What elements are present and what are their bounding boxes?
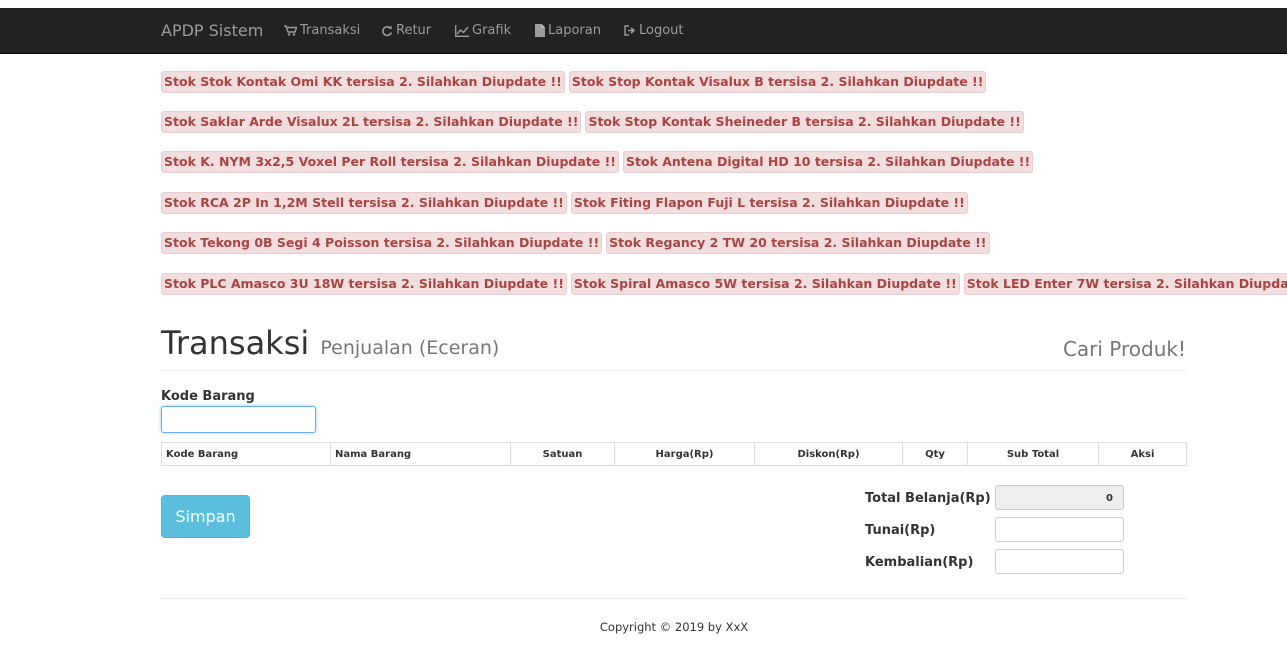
page-subtitle: Penjualan (Eceran) bbox=[320, 337, 500, 359]
navbar: APDP Sistem Transaksi Retur Grafik Lapor… bbox=[0, 8, 1287, 54]
stock-alert: Stok Stop Kontak Visalux B tersisa 2. Si… bbox=[568, 71, 987, 93]
nav-transaksi-label: Transaksi bbox=[300, 23, 361, 38]
nav-retur-label: Retur bbox=[396, 23, 432, 38]
top-strip bbox=[0, 0, 1287, 8]
total-belanja-field: 0 bbox=[995, 485, 1124, 510]
brand-link[interactable]: APDP Sistem bbox=[161, 21, 263, 40]
nav-grafik[interactable]: Grafik bbox=[455, 23, 511, 38]
file-icon bbox=[535, 24, 545, 37]
tunai-input[interactable] bbox=[995, 517, 1124, 542]
kode-barang-label: Kode Barang bbox=[161, 389, 255, 404]
col-harga: Harga(Rp) bbox=[614, 442, 755, 466]
nav-logout[interactable]: Logout bbox=[624, 23, 684, 38]
logout-icon bbox=[624, 25, 636, 36]
stock-alert: Stok Stop Kontak Sheineder B tersisa 2. … bbox=[585, 111, 1024, 133]
nav-transaksi[interactable]: Transaksi bbox=[284, 23, 360, 38]
shopping-cart-icon bbox=[284, 25, 297, 36]
kembalian-label: Kembalian(Rp) bbox=[865, 555, 974, 570]
stock-alert: Stok Spiral Amasco 5W tersisa 2. Silahka… bbox=[570, 273, 960, 295]
stock-alert: Stok Saklar Arde Visalux 2L tersisa 2. S… bbox=[161, 111, 582, 133]
col-qty: Qty bbox=[902, 442, 968, 466]
page-title-text: Transaksi bbox=[161, 324, 310, 362]
alert-row: Stok Tekong 0B Segi 4 Poisson tersisa 2.… bbox=[161, 232, 990, 254]
stock-alert: Stok LED Enter 7W tersisa 2. Silahkan Di… bbox=[963, 273, 1287, 295]
kembalian-input[interactable] bbox=[995, 549, 1124, 574]
nav-logout-label: Logout bbox=[639, 23, 684, 38]
nav-laporan-label: Laporan bbox=[548, 23, 601, 38]
simpan-button[interactable]: Simpan bbox=[161, 495, 250, 538]
alert-row: Stok K. NYM 3x2,5 Voxel Per Roll tersisa… bbox=[161, 151, 1034, 173]
stock-alert: Stok Regancy 2 TW 20 tersisa 2. Silahkan… bbox=[606, 232, 990, 254]
stock-alert: Stok PLC Amasco 3U 18W tersisa 2. Silahk… bbox=[161, 273, 567, 295]
line-chart-icon bbox=[455, 24, 469, 37]
stock-alert: Stok Fiting Flapon Fuji L tersisa 2. Sil… bbox=[570, 192, 968, 214]
col-satuan: Satuan bbox=[510, 442, 615, 466]
alert-row: Stok Saklar Arde Visalux 2L tersisa 2. S… bbox=[161, 111, 1024, 133]
tunai-label: Tunai(Rp) bbox=[865, 523, 936, 538]
col-kode-barang: Kode Barang bbox=[161, 442, 331, 466]
alert-row: Stok RCA 2P In 1,2M Stell tersisa 2. Sil… bbox=[161, 192, 968, 214]
stock-alert: Stok Antena Digital HD 10 tersisa 2. Sil… bbox=[623, 151, 1034, 173]
kode-barang-input[interactable] bbox=[161, 406, 316, 433]
copyright-text: Copyright © 2019 by XxX bbox=[599, 620, 749, 634]
cart-table: Kode Barang Nama Barang Satuan Harga(Rp)… bbox=[161, 442, 1187, 466]
footer-divider bbox=[161, 598, 1187, 599]
col-aksi: Aksi bbox=[1098, 442, 1187, 466]
alert-row: Stok PLC Amasco 3U 18W tersisa 2. Silahk… bbox=[161, 273, 1287, 295]
search-product-heading: Cari Produk! bbox=[1062, 337, 1186, 361]
table-header-row: Kode Barang Nama Barang Satuan Harga(Rp)… bbox=[161, 442, 1187, 466]
stock-alert: Stok Tekong 0B Segi 4 Poisson tersisa 2.… bbox=[161, 232, 603, 254]
nav-retur[interactable]: Retur bbox=[381, 23, 431, 38]
title-divider bbox=[161, 370, 1187, 371]
stock-alert: Stok K. NYM 3x2,5 Voxel Per Roll tersisa… bbox=[161, 151, 619, 173]
nav-grafik-label: Grafik bbox=[472, 23, 512, 38]
col-sub-total: Sub Total bbox=[967, 442, 1099, 466]
col-diskon: Diskon(Rp) bbox=[754, 442, 903, 466]
col-nama-barang: Nama Barang bbox=[330, 442, 511, 466]
stock-alert: Stok RCA 2P In 1,2M Stell tersisa 2. Sil… bbox=[161, 192, 567, 214]
refresh-icon bbox=[382, 25, 393, 36]
page-title: Transaksi Penjualan (Eceran) bbox=[161, 324, 499, 362]
stock-alert: Stok Stok Kontak Omi KK tersisa 2. Silah… bbox=[161, 71, 565, 93]
nav-laporan[interactable]: Laporan bbox=[535, 23, 601, 38]
total-belanja-label: Total Belanja(Rp) bbox=[865, 491, 991, 506]
alert-row: Stok Stok Kontak Omi KK tersisa 2. Silah… bbox=[161, 71, 987, 93]
